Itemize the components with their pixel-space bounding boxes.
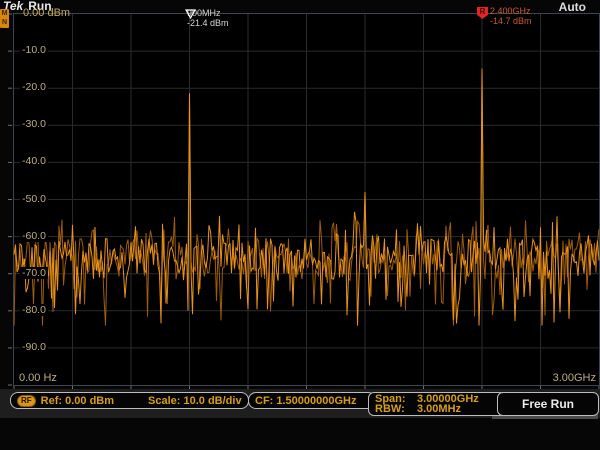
trigger-status: Auto xyxy=(559,0,586,14)
rbw-value: 3.00MHz xyxy=(417,404,499,415)
y-axis-label: -60.0 xyxy=(20,230,48,242)
reference-marker-level: -14.7 dBm xyxy=(490,17,532,27)
center-frequency-readout[interactable]: CF: 1.50000000GHz xyxy=(248,392,376,409)
spectrum-trace xyxy=(14,14,599,385)
y-axis-label: -50.0 xyxy=(20,193,48,205)
reference-marker-flag-icon: R xyxy=(477,7,488,19)
y-axis-label: -90.0 xyxy=(20,341,48,353)
y-axis-label: -40.0 xyxy=(20,155,48,167)
ref-level-axis-label: 0.00 dBm xyxy=(23,7,70,19)
free-run-button[interactable]: Free Run xyxy=(497,392,599,416)
scale-readout: Scale: 10.0 dB/div xyxy=(148,395,242,407)
cf-value: CF: 1.50000000GHz xyxy=(255,395,357,407)
spectrum-analyzer-screen: TekRun Auto 0.00 dBm -10.0-20.0-30.0-40.… xyxy=(0,0,600,450)
y-axis-label: -70.0 xyxy=(20,267,48,279)
ref-level-readout: Ref: 0.00 dBm xyxy=(41,395,114,407)
y-axis-label: -80.0 xyxy=(20,304,48,316)
span-rbw-readout[interactable]: Span: 3.00000GHz RBW: 3.00MHz xyxy=(368,392,506,416)
marker-900mhz[interactable]: 900MHz -21.4 dBm xyxy=(185,9,229,28)
rf-channel-badge: RF xyxy=(17,395,36,407)
rbw-label: RBW: xyxy=(375,404,417,415)
y-axis-label: -20.0 xyxy=(20,81,48,93)
rf-trace-indicator-badge: MN xyxy=(0,9,9,28)
marker-triangle-icon xyxy=(185,9,196,19)
x-axis-start-label: 0.00 Hz xyxy=(19,372,57,384)
reference-marker-2400mhz[interactable]: R 2.400GHz -14.7 dBm xyxy=(477,7,532,26)
y-axis-label: -30.0 xyxy=(20,118,48,130)
marker-level: -21.4 dBm xyxy=(187,19,229,29)
y-axis-label: -10.0 xyxy=(20,44,48,56)
trigger-mode-label: Free Run xyxy=(522,397,574,411)
x-axis-end-label: 3.00GHz xyxy=(553,372,596,384)
spectrum-plot-area[interactable]: 0.00 dBm -10.0-20.0-30.0-40.0-50.0-60.0-… xyxy=(13,13,600,386)
rf-reference-scale-readout[interactable]: RF Ref: 0.00 dBm Scale: 10.0 dB/div xyxy=(10,392,249,409)
